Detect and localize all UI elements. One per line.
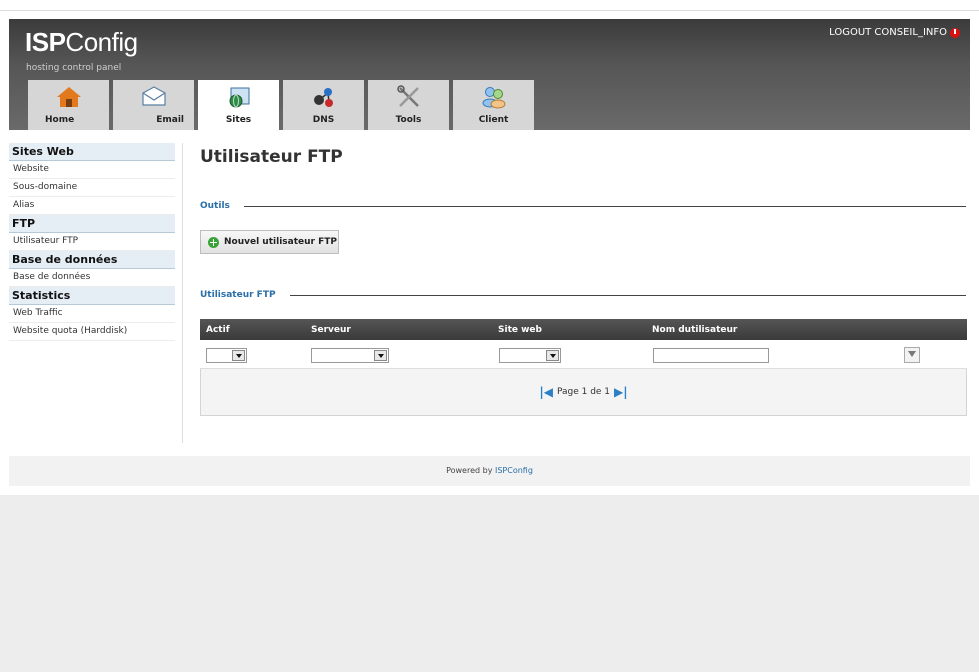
sidebar-divider: [182, 143, 183, 443]
page-indicator: Page 1 de 1: [556, 387, 611, 397]
tools-section-label: Outils: [200, 201, 230, 211]
tab-dns[interactable]: DNS: [283, 80, 364, 130]
sidebar-heading-base-de-donnees: Base de données: [9, 251, 175, 269]
tab-label: Email: [156, 115, 184, 125]
tab-label: Tools: [395, 115, 422, 125]
sidebar-item-sous-domaine[interactable]: Sous-domaine: [9, 179, 175, 197]
footer-ispconfig-link[interactable]: ISPConfig: [495, 466, 533, 475]
sidebar-item-website-quota[interactable]: Website quota (Harddisk): [9, 323, 175, 341]
column-header-serveur[interactable]: Serveur: [311, 325, 351, 335]
tab-label: Sites: [225, 115, 252, 125]
footer-text: Powered by: [446, 466, 495, 475]
first-page-icon[interactable]: |◀: [539, 385, 553, 399]
chevron-down-icon: [546, 350, 559, 361]
sidebar-heading-sites-web: Sites Web: [9, 143, 175, 161]
tools-section-line: [244, 206, 966, 207]
client-icon: [482, 87, 506, 109]
power-icon: [950, 27, 960, 38]
pager: |◀ Page 1 de 1 ▶|: [200, 369, 967, 416]
list-section-line: [290, 295, 966, 296]
sidebar-item-utilisateur-ftp[interactable]: Utilisateur FTP: [9, 233, 175, 251]
dns-icon: [314, 88, 333, 107]
home-icon: [57, 87, 81, 107]
tab-label: DNS: [312, 115, 335, 125]
chevron-down-icon: [232, 350, 245, 361]
new-ftp-user-label: Nouvel utilisateur FTP: [224, 237, 337, 247]
serveur-filter-select[interactable]: [311, 348, 389, 363]
tab-label: Home: [45, 115, 75, 125]
tab-tools[interactable]: Tools: [368, 80, 449, 130]
nom-utilisateur-filter-input[interactable]: [653, 348, 769, 363]
logout-link[interactable]: LOGOUT CONSEIL_INFO: [829, 27, 960, 38]
sidebar-item-web-traffic[interactable]: Web Traffic: [9, 305, 175, 323]
globe-sites-icon: [229, 87, 250, 108]
table-header: Actif Serveur Site web Nom dutilisateur: [200, 319, 967, 340]
last-page-icon[interactable]: ▶|: [614, 385, 628, 399]
actif-filter-select[interactable]: [206, 348, 247, 363]
footer: Powered by ISPConfig: [9, 456, 970, 486]
logo: ISPConfig: [25, 27, 138, 57]
sidebar: Sites Web Website Sous-domaine Alias FTP…: [9, 143, 175, 341]
logout-label: LOGOUT CONSEIL_INFO: [829, 27, 947, 38]
tab-home[interactable]: Home: [28, 80, 109, 130]
sidebar-heading-statistics: Statistics: [9, 287, 175, 305]
chevron-down-icon: [374, 350, 387, 361]
column-header-actif[interactable]: Actif: [206, 325, 230, 335]
header-bar: ISPConfig hosting control panel LOGOUT C…: [9, 19, 970, 130]
column-header-nom-utilisateur[interactable]: Nom dutilisateur: [652, 325, 737, 335]
page-title: Utilisateur FTP: [200, 147, 343, 167]
add-icon: [208, 236, 219, 248]
top-divider: [0, 10, 979, 11]
ftp-user-table: Actif Serveur Site web Nom dutilisateur …: [200, 319, 967, 416]
page-background: [0, 495, 979, 672]
tools-icon: [397, 85, 419, 107]
envelope-icon: [142, 86, 166, 106]
tab-label: Client: [478, 115, 509, 125]
new-ftp-user-button[interactable]: Nouvel utilisateur FTP: [200, 230, 339, 254]
tab-sites[interactable]: Sites: [198, 80, 279, 130]
tagline: hosting control panel: [26, 63, 122, 73]
main-tabs: Home Email Sites DNS Tools Client: [28, 80, 534, 130]
sidebar-heading-ftp: FTP: [9, 215, 175, 233]
tab-email[interactable]: Email: [113, 80, 194, 130]
sidebar-item-website[interactable]: Website: [9, 161, 175, 179]
sidebar-item-base-de-donnees[interactable]: Base de données: [9, 269, 175, 287]
column-header-site-web[interactable]: Site web: [498, 325, 542, 335]
list-section-label: Utilisateur FTP: [200, 290, 276, 300]
sidebar-item-alias[interactable]: Alias: [9, 197, 175, 215]
filter-icon[interactable]: [904, 347, 920, 363]
filter-row: [200, 340, 967, 369]
tab-client[interactable]: Client: [453, 80, 534, 130]
site-web-filter-select[interactable]: [499, 348, 561, 363]
